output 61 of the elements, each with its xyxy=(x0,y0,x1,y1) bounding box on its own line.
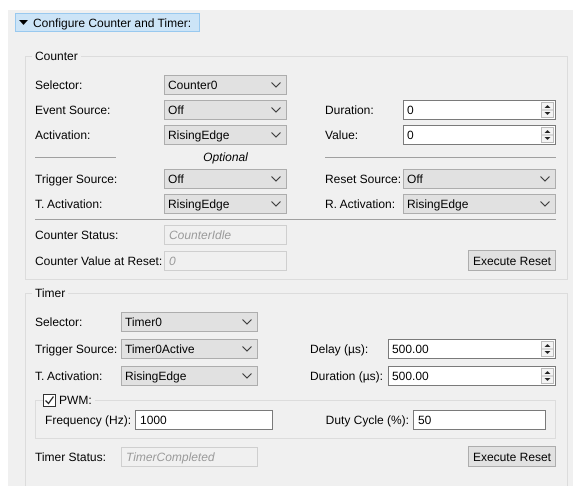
execute-reset-button[interactable]: Execute Reset xyxy=(468,446,556,467)
chevron-down-icon xyxy=(271,176,281,182)
field-label: Value: xyxy=(325,127,360,144)
spin-arrows-icon xyxy=(541,368,554,384)
spin-arrows-icon xyxy=(541,102,554,118)
field-label: T. Activation: xyxy=(35,368,104,385)
field-label: Trigger Source: xyxy=(35,341,118,358)
dropdown[interactable]: Off xyxy=(403,169,556,189)
dropdown[interactable]: RisingEdge xyxy=(403,194,556,214)
spin-arrows-icon xyxy=(541,127,554,143)
input-field[interactable]: 1000 xyxy=(135,410,274,430)
dropdown[interactable]: Timer0 xyxy=(121,312,258,332)
dropdown[interactable]: RisingEdge xyxy=(121,366,258,386)
dropdown[interactable]: Counter0 xyxy=(164,75,287,95)
spin-field[interactable]: 500.00 xyxy=(388,366,556,386)
field-label: R. Activation: xyxy=(325,196,396,213)
chevron-down-icon xyxy=(271,201,281,207)
execute-reset-button[interactable]: Execute Reset xyxy=(468,250,556,271)
field-label: Duty Cycle (%): xyxy=(326,412,409,429)
field-label: Trigger Source: xyxy=(35,171,118,188)
group-title: Timer xyxy=(34,286,66,300)
dropdown[interactable]: RisingEdge xyxy=(164,194,287,214)
chevron-down-icon xyxy=(242,373,252,379)
section-header[interactable]: Configure Counter and Timer: xyxy=(15,13,200,32)
chevron-down-icon xyxy=(271,107,281,113)
spin-field[interactable]: 500.00 xyxy=(388,339,556,359)
dropdown[interactable]: RisingEdge xyxy=(164,125,287,145)
field-label: Selector: xyxy=(35,314,84,331)
chevron-down-icon xyxy=(540,176,550,182)
field-label: Frequency (Hz): xyxy=(45,412,132,429)
field-label: Counter Value at Reset: xyxy=(35,252,164,270)
chevron-down-icon xyxy=(540,201,550,207)
dropdown[interactable]: Off xyxy=(164,169,287,189)
chevron-down-icon xyxy=(242,346,252,352)
status-field: 0 xyxy=(164,250,287,270)
chevron-down-icon xyxy=(242,319,252,325)
checkbox-label: PWM: xyxy=(59,393,92,407)
group-title: Counter xyxy=(34,49,79,63)
field-label: Reset Source: xyxy=(325,171,402,188)
field-label: Selector: xyxy=(35,77,84,94)
spin-field[interactable]: 0 xyxy=(403,125,556,145)
field-label: Event Source: xyxy=(35,102,112,119)
field-label: Duration (µs): xyxy=(310,368,384,385)
section-caption: Optional xyxy=(203,150,248,164)
checkbox[interactable] xyxy=(43,394,56,406)
field-label: Duration: xyxy=(325,102,375,119)
spin-field[interactable]: 0 xyxy=(403,100,556,120)
status-field: CounterIdle xyxy=(164,225,287,245)
chevron-down-icon xyxy=(271,132,281,138)
status-field: TimerCompleted xyxy=(121,446,258,466)
field-label: T. Activation: xyxy=(35,196,104,213)
field-label: Delay (µs): xyxy=(310,341,370,358)
field-label: Activation: xyxy=(35,127,92,144)
field-label: Counter Status: xyxy=(35,227,120,244)
spin-arrows-icon xyxy=(541,341,554,357)
chevron-down-icon xyxy=(271,82,281,88)
input-field[interactable]: 50 xyxy=(413,410,546,430)
dropdown[interactable]: Timer0Active xyxy=(121,339,258,359)
field-label: Timer Status: xyxy=(35,448,107,466)
dropdown[interactable]: Off xyxy=(164,100,287,120)
checkmark-icon xyxy=(44,394,55,406)
